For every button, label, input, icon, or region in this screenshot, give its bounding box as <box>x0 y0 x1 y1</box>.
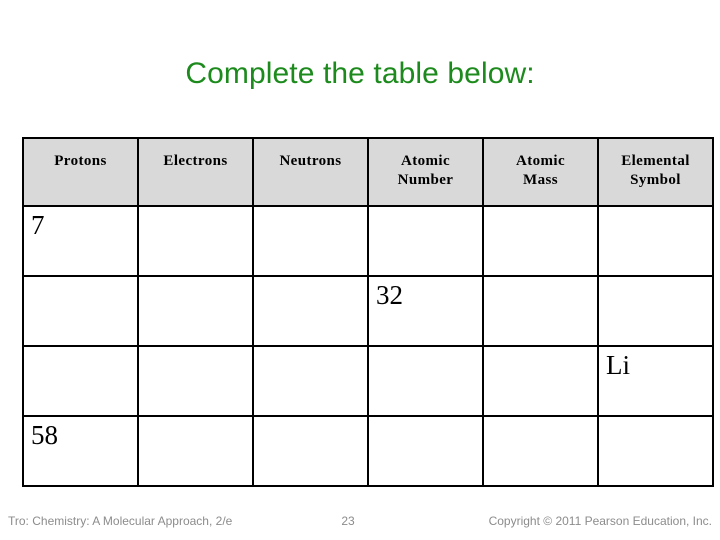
table-header-row: Protons Electrons Neutrons Atomic Number… <box>22 137 714 207</box>
cell-atomic-number[interactable] <box>367 345 484 417</box>
column-header-atomic-number: Atomic Number <box>367 137 484 207</box>
cell-atomic-mass[interactable] <box>482 345 599 417</box>
cell-atomic-number[interactable] <box>367 205 484 277</box>
cell-elemental-symbol[interactable] <box>597 275 714 347</box>
slide-footer: Tro: Chemistry: A Molecular Approach, 2/… <box>0 513 720 533</box>
cell-electrons[interactable] <box>137 415 254 487</box>
table-row: 7 <box>22 205 714 277</box>
footer-copyright-text: Copyright © 2011 Pearson Education, Inc. <box>488 514 712 528</box>
cell-elemental-symbol[interactable] <box>597 415 714 487</box>
cell-electrons[interactable] <box>137 275 254 347</box>
table-row: 32 <box>22 275 714 347</box>
chemistry-table: Protons Electrons Neutrons Atomic Number… <box>22 137 714 487</box>
cell-atomic-mass[interactable] <box>482 205 599 277</box>
cell-protons[interactable] <box>22 275 139 347</box>
cell-electrons[interactable] <box>137 205 254 277</box>
column-header-electrons: Electrons <box>137 137 254 207</box>
column-header-line2: Number <box>397 172 454 188</box>
cell-atomic-mass[interactable] <box>482 415 599 487</box>
cell-atomic-number[interactable] <box>367 415 484 487</box>
cell-protons[interactable] <box>22 345 139 417</box>
page-title: Complete the table below: <box>185 57 535 90</box>
column-header-line1: Neutrons <box>279 153 342 169</box>
cell-protons[interactable]: 58 <box>22 415 139 487</box>
column-header-atomic-mass: Atomic Mass <box>482 137 599 207</box>
cell-atomic-mass[interactable] <box>482 275 599 347</box>
column-header-line2: Mass <box>523 172 558 188</box>
cell-atomic-number[interactable]: 32 <box>367 275 484 347</box>
cell-elemental-symbol[interactable] <box>597 205 714 277</box>
cell-neutrons[interactable] <box>252 205 369 277</box>
cell-electrons[interactable] <box>137 345 254 417</box>
cell-elemental-symbol[interactable]: Li <box>597 345 714 417</box>
cell-neutrons[interactable] <box>252 345 369 417</box>
cell-neutrons[interactable] <box>252 415 369 487</box>
cell-protons[interactable]: 7 <box>22 205 139 277</box>
column-header-line1: Atomic <box>515 153 566 169</box>
column-header-neutrons: Neutrons <box>252 137 369 207</box>
column-header-line1: Elemental <box>621 153 690 169</box>
table-row: Li <box>22 345 714 417</box>
column-header-protons: Protons <box>22 137 139 207</box>
cell-neutrons[interactable] <box>252 275 369 347</box>
column-header-line2: Symbol <box>630 172 681 188</box>
table-row: 58 <box>22 415 714 487</box>
column-header-line1: Protons <box>54 153 107 169</box>
chemistry-table-container: Protons Electrons Neutrons Atomic Number… <box>22 137 714 487</box>
column-header-line1: Atomic <box>400 153 451 169</box>
column-header-line1: Electrons <box>163 153 228 169</box>
column-header-elemental-symbol: Elemental Symbol <box>597 137 714 207</box>
